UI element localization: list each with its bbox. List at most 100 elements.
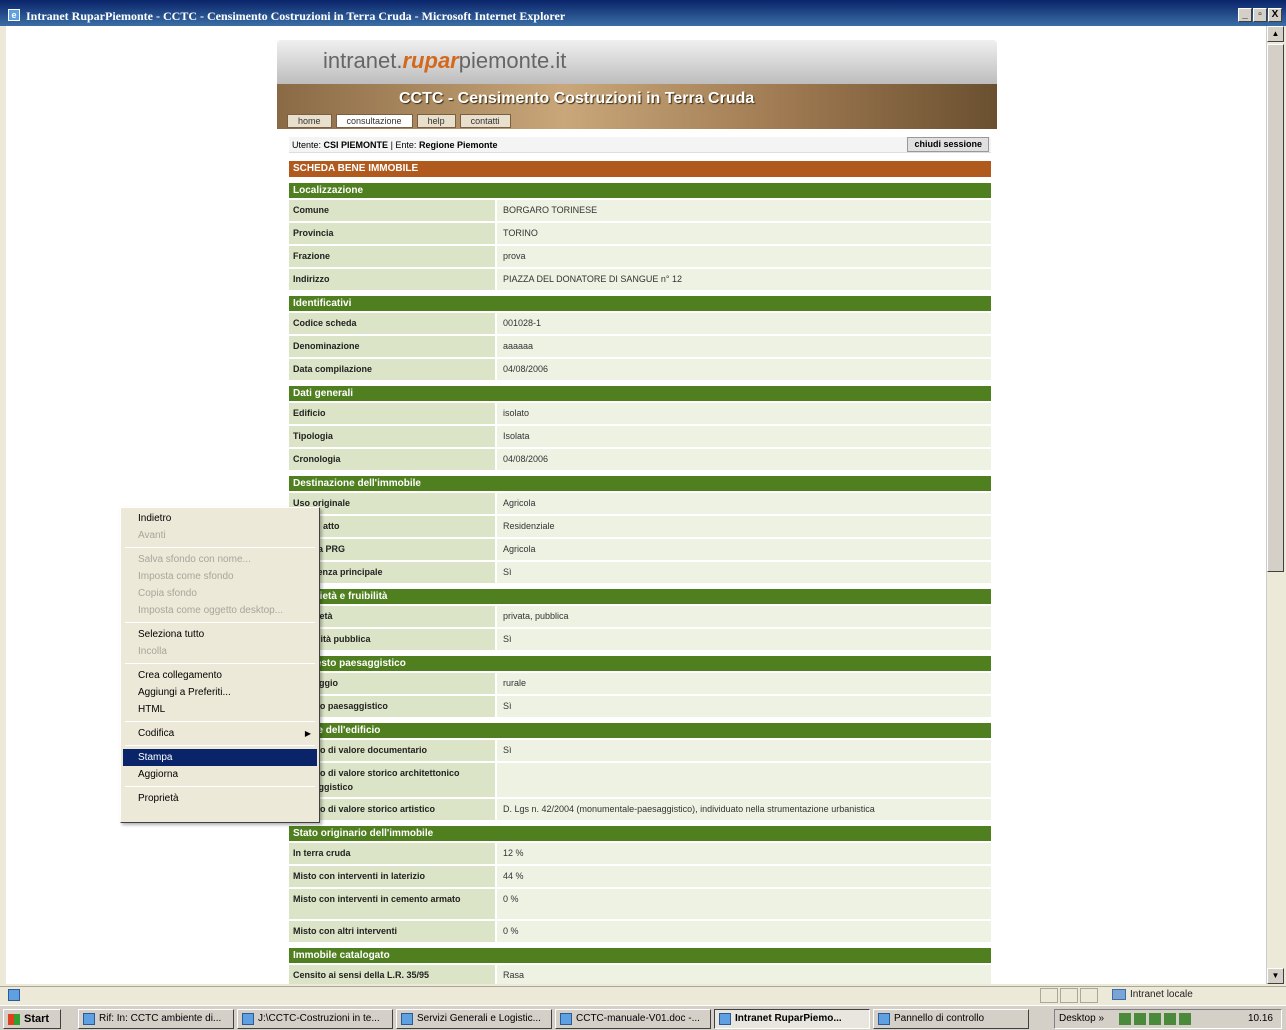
task-label: Servizi Generali e Logistic... [417, 1013, 541, 1024]
menu-item-label: Incolla [138, 646, 167, 657]
menu-item-label: HTML [138, 704, 166, 715]
field-value: 04/08/2006 [497, 359, 991, 380]
task-app-icon [242, 1013, 254, 1025]
site-container: intranet.ruparpiemonte.it CCTC - Censime… [277, 40, 997, 984]
field-value: 001028-1 [497, 313, 991, 334]
detail-section: Stato originario dell'immobile In terra c… [289, 826, 991, 942]
detail-section: Identificativi Codice scheda 001028-1 Denom… [289, 296, 991, 380]
field-label: Misto con interventi in cemento armato [289, 889, 495, 919]
menu-item-label: Imposta come sfondo [138, 571, 234, 582]
menu-item-label: Aggiungi a Preferiti... [138, 687, 231, 698]
tab-consultazione[interactable]: consultazione [335, 114, 413, 128]
section-header: Stato originario dell'immobile [289, 826, 991, 841]
menu-item[interactable]: Seleziona tutto [123, 626, 317, 643]
tray-icons [1119, 1013, 1191, 1025]
detail-row: Provincia TORINO [289, 223, 991, 244]
menu-item[interactable]: Aggiorna [123, 766, 317, 783]
vertical-scrollbar[interactable]: ▲ ▼ [1266, 26, 1284, 984]
close-session-button[interactable]: chiudi sessione [907, 137, 989, 152]
menu-item-label: Avanti [138, 530, 166, 541]
detail-row: Data compilazione 04/08/2006 [289, 359, 991, 380]
task-app-icon [83, 1013, 95, 1025]
scroll-down-button[interactable]: ▼ [1267, 968, 1284, 984]
field-label: Data compilazione [289, 359, 495, 380]
tab-help[interactable]: help [416, 114, 456, 128]
detail-row: Codice scheda 001028-1 [289, 313, 991, 334]
task-label: Pannello di controllo [894, 1013, 985, 1024]
detail-row: Denominazione aaaaaa [289, 336, 991, 357]
detail-row: Misto con interventi in cemento armato 0 … [289, 889, 991, 919]
field-label: In terra cruda [289, 843, 495, 864]
scroll-thumb[interactable] [1267, 44, 1284, 572]
field-label: Censito ai sensi della L.R. 35/95 [289, 965, 495, 984]
tray-icon[interactable] [1119, 1013, 1131, 1025]
logo-bar: intranet.ruparpiemonte.it [277, 40, 997, 84]
ie-icon: e [8, 9, 20, 21]
close-button[interactable]: X [1268, 8, 1282, 22]
tab-contatti[interactable]: contatti [459, 114, 511, 128]
field-value: Agricola [497, 493, 991, 514]
tab-home[interactable]: home [287, 114, 332, 128]
scroll-up-button[interactable]: ▲ [1267, 26, 1284, 42]
taskbar-task[interactable]: J:\CCTC-Costruzioni in te... [237, 1009, 393, 1029]
menu-item-label: Proprietà [138, 793, 179, 804]
detail-section: Dati generali Edificio isolato Tipologia Iso… [289, 386, 991, 470]
start-button[interactable]: Start [3, 1009, 61, 1029]
task-app-icon [401, 1013, 413, 1025]
menu-separator [125, 663, 315, 664]
menu-separator [125, 547, 315, 548]
menu-item[interactable]: Proprietà [123, 790, 317, 807]
menu-item-label: Indietro [138, 513, 172, 524]
field-value: 12 % [497, 843, 991, 864]
taskbar-task[interactable]: Intranet RuparPiemo... [714, 1009, 870, 1029]
tray-icon[interactable] [1179, 1013, 1191, 1025]
menu-item[interactable]: Indietro [123, 510, 317, 527]
tray-icon[interactable] [1134, 1013, 1146, 1025]
tray-icon[interactable] [1149, 1013, 1161, 1025]
field-value: 04/08/2006 [497, 449, 991, 470]
task-label: Rif: In: CCTC ambiente di... [99, 1013, 222, 1024]
menu-item[interactable]: Aggiungi a Preferiti... [123, 684, 317, 701]
detail-row: Comune BORGARO TORINESE [289, 200, 991, 221]
taskbar-task[interactable]: Pannello di controllo [873, 1009, 1029, 1029]
field-value: 0 % [497, 889, 991, 919]
menu-item: Incolla [123, 643, 317, 660]
clock: 10.16 [1247, 1013, 1273, 1024]
minimize-button[interactable]: _ [1238, 8, 1252, 22]
menu-item: Imposta come sfondo [123, 568, 317, 585]
detail-row: Tipologia Isolata [289, 426, 991, 447]
menu-item: Imposta come oggetto desktop... [123, 602, 317, 619]
field-label: Edificio [289, 403, 495, 424]
menu-item[interactable]: HTML [123, 701, 317, 718]
window-titlebar[interactable]: e Intranet RuparPiemonte - CCTC - Censim… [0, 0, 1286, 26]
user-info: Utente: CSI PIEMONTE | Ente: Regione Pie… [292, 140, 498, 150]
menu-item-label: Imposta come oggetto desktop... [138, 605, 284, 616]
field-label: Provincia [289, 223, 495, 244]
tray-icon[interactable] [1164, 1013, 1176, 1025]
task-label: CCTC-manuale-V01.doc -... [576, 1013, 700, 1024]
taskbar-task[interactable]: Servizi Generali e Logistic... [396, 1009, 552, 1029]
detail-row: Fruibilità pubblica Sì [289, 629, 991, 650]
field-label: Denominazione [289, 336, 495, 357]
detail-row: Indirizzo PIAZZA DEL DONATORE DI SANGUE n… [289, 269, 991, 290]
field-label: Comune [289, 200, 495, 221]
card-title: SCHEDA BENE IMMOBILE [289, 161, 991, 177]
menu-item[interactable]: Stampa [123, 749, 317, 766]
field-value: Sì [497, 696, 991, 717]
field-label: Codice scheda [289, 313, 495, 334]
browser-viewport: intranet.ruparpiemonte.it CCTC - Censime… [6, 26, 1266, 984]
maximize-button[interactable]: ▫ [1253, 8, 1267, 22]
field-value [497, 763, 991, 797]
menu-item[interactable]: Codifica ▶ [123, 725, 317, 742]
menu-item-label: Seleziona tutto [138, 629, 205, 640]
detail-row: In terra cruda 12 % [289, 843, 991, 864]
site-logo[interactable]: intranet.ruparpiemonte.it [323, 48, 566, 74]
field-value: aaaaaa [497, 336, 991, 357]
field-label: Misto con altri interventi [289, 921, 495, 942]
menu-item[interactable]: Crea collegamento [123, 667, 317, 684]
taskbar-task[interactable]: Rif: In: CCTC ambiente di... [78, 1009, 234, 1029]
taskbar-task[interactable]: CCTC-manuale-V01.doc -... [555, 1009, 711, 1029]
task-app-icon [878, 1013, 890, 1025]
field-value: Sì [497, 629, 991, 650]
desktop-toolbar[interactable]: Desktop » [1059, 1010, 1104, 1028]
